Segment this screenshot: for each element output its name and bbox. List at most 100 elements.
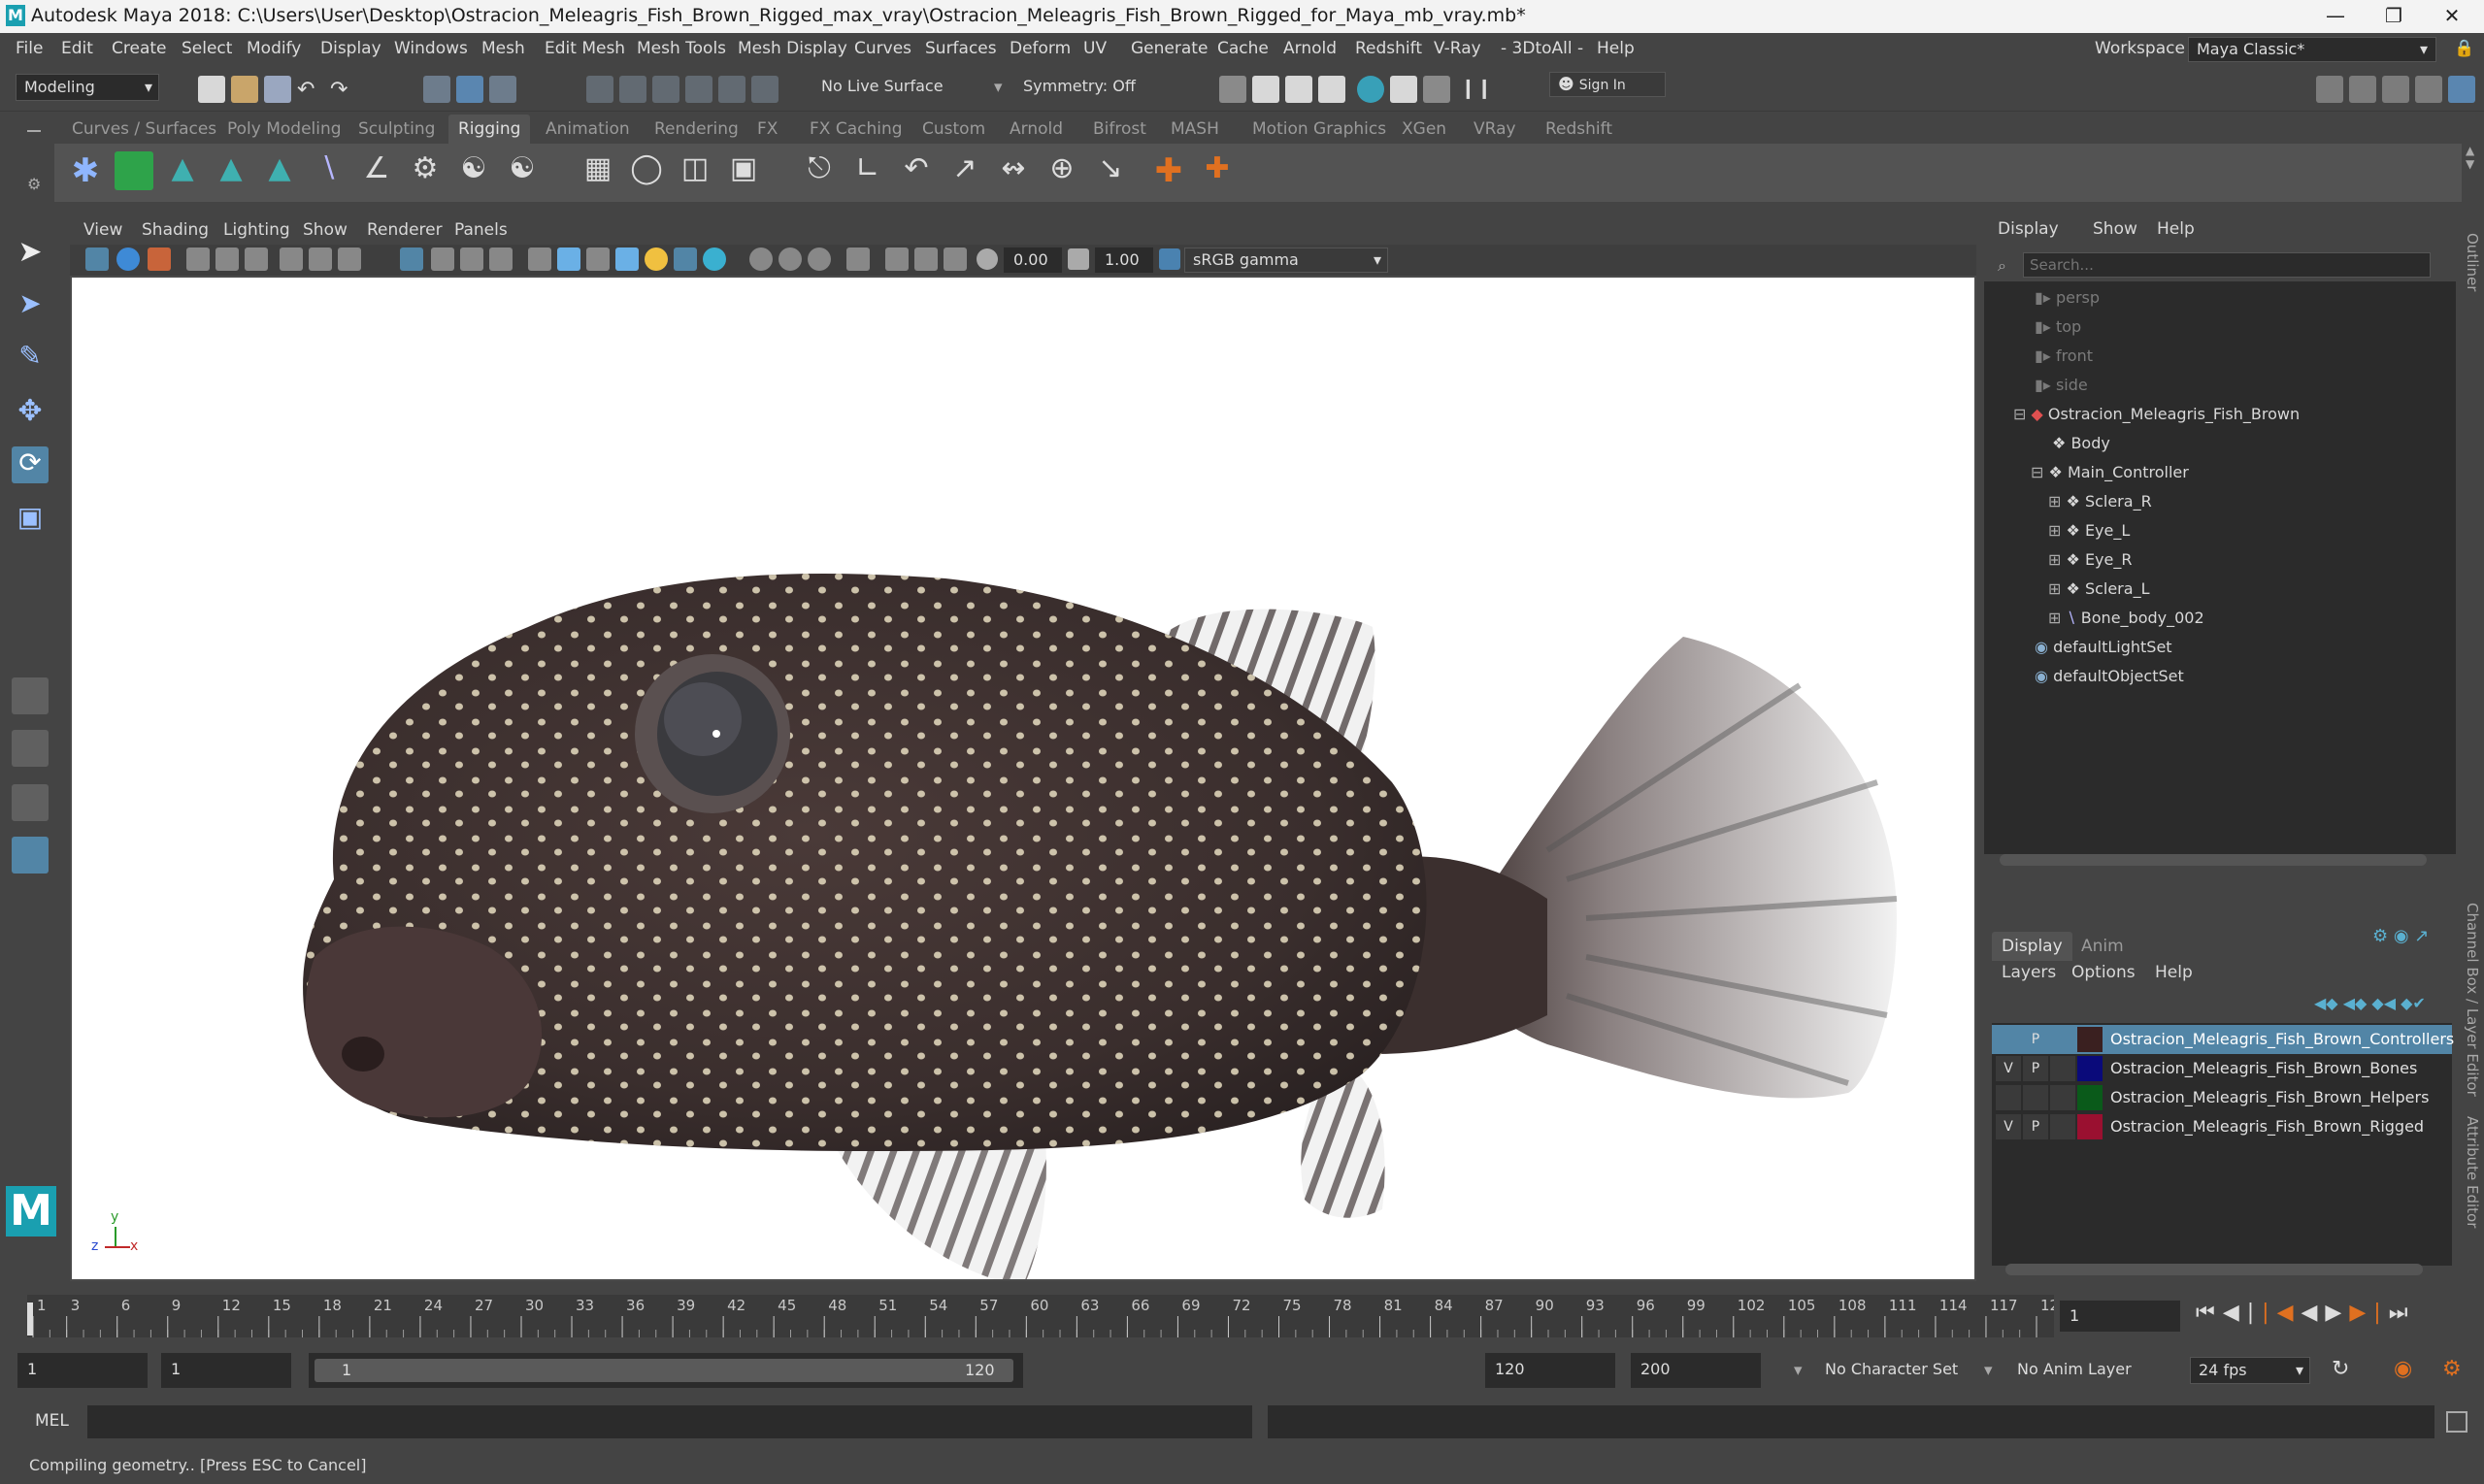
layer-action-icons[interactable]: ◀◆ ◀◆ ◆◀ ◆✔: [2314, 994, 2450, 1015]
layer-menu-options[interactable]: Options: [2071, 963, 2136, 982]
point-constraint-icon[interactable]: ⎋: [800, 151, 839, 190]
layer-row-helpers[interactable]: Ostracion_Meleagris_Fish_Brown_Helpers: [1992, 1083, 2452, 1112]
select-object-icon[interactable]: [456, 76, 483, 103]
lock-icon[interactable]: 🔒: [2454, 39, 2474, 58]
viewport-menu-show[interactable]: Show: [303, 220, 348, 240]
menu-redshift[interactable]: Redshift: [1355, 39, 1422, 58]
tree-item-fish-root[interactable]: ⊟ ◆ Ostracion_Meleagris_Fish_Brown: [2013, 400, 2300, 429]
viewport-menu-renderer[interactable]: Renderer: [367, 220, 443, 240]
layer-row-controllers[interactable]: P Ostracion_Meleagris_Fish_Brown_Control…: [1992, 1025, 2454, 1054]
outliner-horizontal-scrollbar[interactable]: [2000, 854, 2427, 866]
ipr-render-icon[interactable]: [1285, 76, 1312, 103]
menu-vray[interactable]: V-Ray: [1434, 39, 1481, 58]
layer-reference-toggle[interactable]: [2050, 1056, 2075, 1081]
tree-item-eye-r[interactable]: ⊞ ❖ Eye_R: [2048, 545, 2132, 575]
render-view-icon[interactable]: [1219, 76, 1246, 103]
scale-constraint-icon[interactable]: ↗: [945, 151, 984, 190]
paint-select-tool-icon[interactable]: ✎: [12, 340, 49, 377]
layer-visibility-toggle[interactable]: [1996, 1027, 2021, 1052]
exposure-icon[interactable]: [977, 248, 998, 270]
aim-constraint-icon[interactable]: ∟: [848, 151, 887, 190]
four-view-layout-icon[interactable]: [12, 730, 49, 767]
minimize-button[interactable]: —: [2306, 0, 2365, 33]
expand-icon[interactable]: ⊞: [2048, 550, 2061, 569]
xray-active-icon[interactable]: [914, 247, 938, 271]
xray-joints-icon[interactable]: [944, 247, 967, 271]
quick-rig-icon[interactable]: ▲: [163, 151, 202, 190]
geometry-constraint-icon[interactable]: ↘: [1091, 151, 1130, 190]
new-scene-icon[interactable]: [198, 76, 225, 103]
move-tool-icon[interactable]: ✥: [12, 394, 49, 431]
select-camera-icon[interactable]: [85, 247, 109, 271]
go-to-start-icon[interactable]: ⏮: [2196, 1301, 2223, 1325]
tab-bifrost[interactable]: Bifrost: [1083, 115, 1156, 144]
hypershade-icon[interactable]: [1357, 76, 1384, 103]
auto-key-icon[interactable]: ◉: [2394, 1357, 2412, 1381]
chevron-down-icon[interactable]: ▾: [1794, 1361, 1803, 1380]
snap-curve-icon[interactable]: [619, 76, 646, 103]
outliner-menu-help[interactable]: Help: [2157, 219, 2195, 239]
tree-item-main-controller[interactable]: ⊟ ❖ Main_Controller: [2031, 458, 2189, 487]
interactive-bind-icon[interactable]: ☯: [503, 151, 542, 190]
joint-tool-icon[interactable]: ✱: [66, 151, 105, 190]
tab-curves-surfaces[interactable]: Curves / Surfaces: [62, 115, 226, 144]
tab-arnold[interactable]: Arnold: [1000, 115, 1073, 144]
layer-color-swatch[interactable]: [2077, 1056, 2103, 1081]
play-forward-icon[interactable]: ▶: [2325, 1301, 2349, 1325]
xray-icon[interactable]: [885, 247, 909, 271]
layer-playback-toggle[interactable]: P: [2023, 1056, 2048, 1081]
current-frame-field[interactable]: 1: [2060, 1301, 2180, 1332]
textured-icon[interactable]: [615, 247, 639, 271]
layer-color-swatch[interactable]: [2077, 1027, 2103, 1052]
save-scene-icon[interactable]: [264, 76, 291, 103]
layer-visibility-toggle[interactable]: [1996, 1085, 2021, 1110]
layer-playback-toggle[interactable]: P: [2023, 1114, 2048, 1139]
attribute-editor-side-tab[interactable]: Attribute Editor: [2464, 1116, 2481, 1228]
symmetry-dropdown[interactable]: Symmetry: Off: [1015, 74, 1161, 101]
select-joint-icon[interactable]: [115, 151, 153, 190]
search-options-icon[interactable]: ⌕: [1998, 256, 2017, 276]
range-slider-track[interactable]: 1 120: [309, 1353, 1023, 1388]
tree-item-side[interactable]: ▮▸ side: [2035, 371, 2088, 400]
layer-menu-help[interactable]: Help: [2155, 963, 2193, 982]
snap-view-plane-icon[interactable]: [718, 76, 745, 103]
exposure-field[interactable]: 0.00: [1004, 247, 1062, 273]
make-live-icon[interactable]: [751, 76, 778, 103]
ambient-occlusion-icon[interactable]: [703, 247, 726, 271]
isolate-select-icon[interactable]: [846, 247, 870, 271]
playback-end-field[interactable]: 120: [1485, 1353, 1615, 1388]
expand-icon[interactable]: ⊞: [2048, 492, 2061, 511]
current-time-marker[interactable]: [27, 1303, 33, 1336]
anti-aliasing-icon[interactable]: [778, 247, 802, 271]
set-driven-key-icon[interactable]: ✚: [1198, 151, 1237, 190]
pole-vector-icon[interactable]: ⊕: [1043, 151, 1081, 190]
gamma-field[interactable]: 1.00: [1095, 247, 1153, 273]
menu-deform[interactable]: Deform: [1010, 39, 1071, 58]
expand-icon[interactable]: ⊞: [2048, 609, 2061, 627]
cluster-icon[interactable]: ▦: [579, 151, 617, 190]
close-button[interactable]: ✕: [2423, 0, 2481, 33]
tree-item-sclera-l[interactable]: ⊞ ❖ Sclera_L: [2048, 575, 2149, 604]
tab-animation[interactable]: Animation: [536, 115, 640, 144]
fps-dropdown[interactable]: 24 fps ▾: [2190, 1357, 2310, 1384]
render-sequence-icon[interactable]: [1390, 76, 1417, 103]
color-management-icon[interactable]: [1159, 248, 1180, 270]
tree-item-top[interactable]: ▮▸ top: [2035, 313, 2081, 342]
undo-icon[interactable]: ↶: [297, 78, 324, 105]
layer-editor-top-icons[interactable]: ⚙ ◉ ↗: [2372, 926, 2450, 949]
workspace-dropdown[interactable]: Maya Classic* ▾: [2188, 37, 2436, 62]
select-hierarchy-icon[interactable]: [423, 76, 450, 103]
time-slider-track[interactable]: 1 3 6 9 12 15 18 21 24 27 30 33 36 39 42 45 48 51 54 57 60 63…: [27, 1295, 2069, 1337]
tab-custom[interactable]: Custom: [912, 115, 995, 144]
bookmarks-icon[interactable]: [148, 247, 171, 271]
use-all-lights-icon[interactable]: [645, 247, 668, 271]
persp-outliner-layout-icon[interactable]: [12, 784, 49, 821]
menu-display[interactable]: Display: [320, 39, 381, 58]
vray-render-icon[interactable]: [1423, 76, 1450, 103]
tree-item-persp[interactable]: ▮▸ persp: [2035, 283, 2100, 313]
tree-item-body[interactable]: ❖ Body: [2052, 429, 2110, 458]
shadows-icon[interactable]: [674, 247, 697, 271]
field-chart-icon[interactable]: [431, 247, 454, 271]
tab-mash[interactable]: MASH: [1161, 115, 1229, 144]
single-perspective-layout-icon[interactable]: [12, 677, 49, 714]
